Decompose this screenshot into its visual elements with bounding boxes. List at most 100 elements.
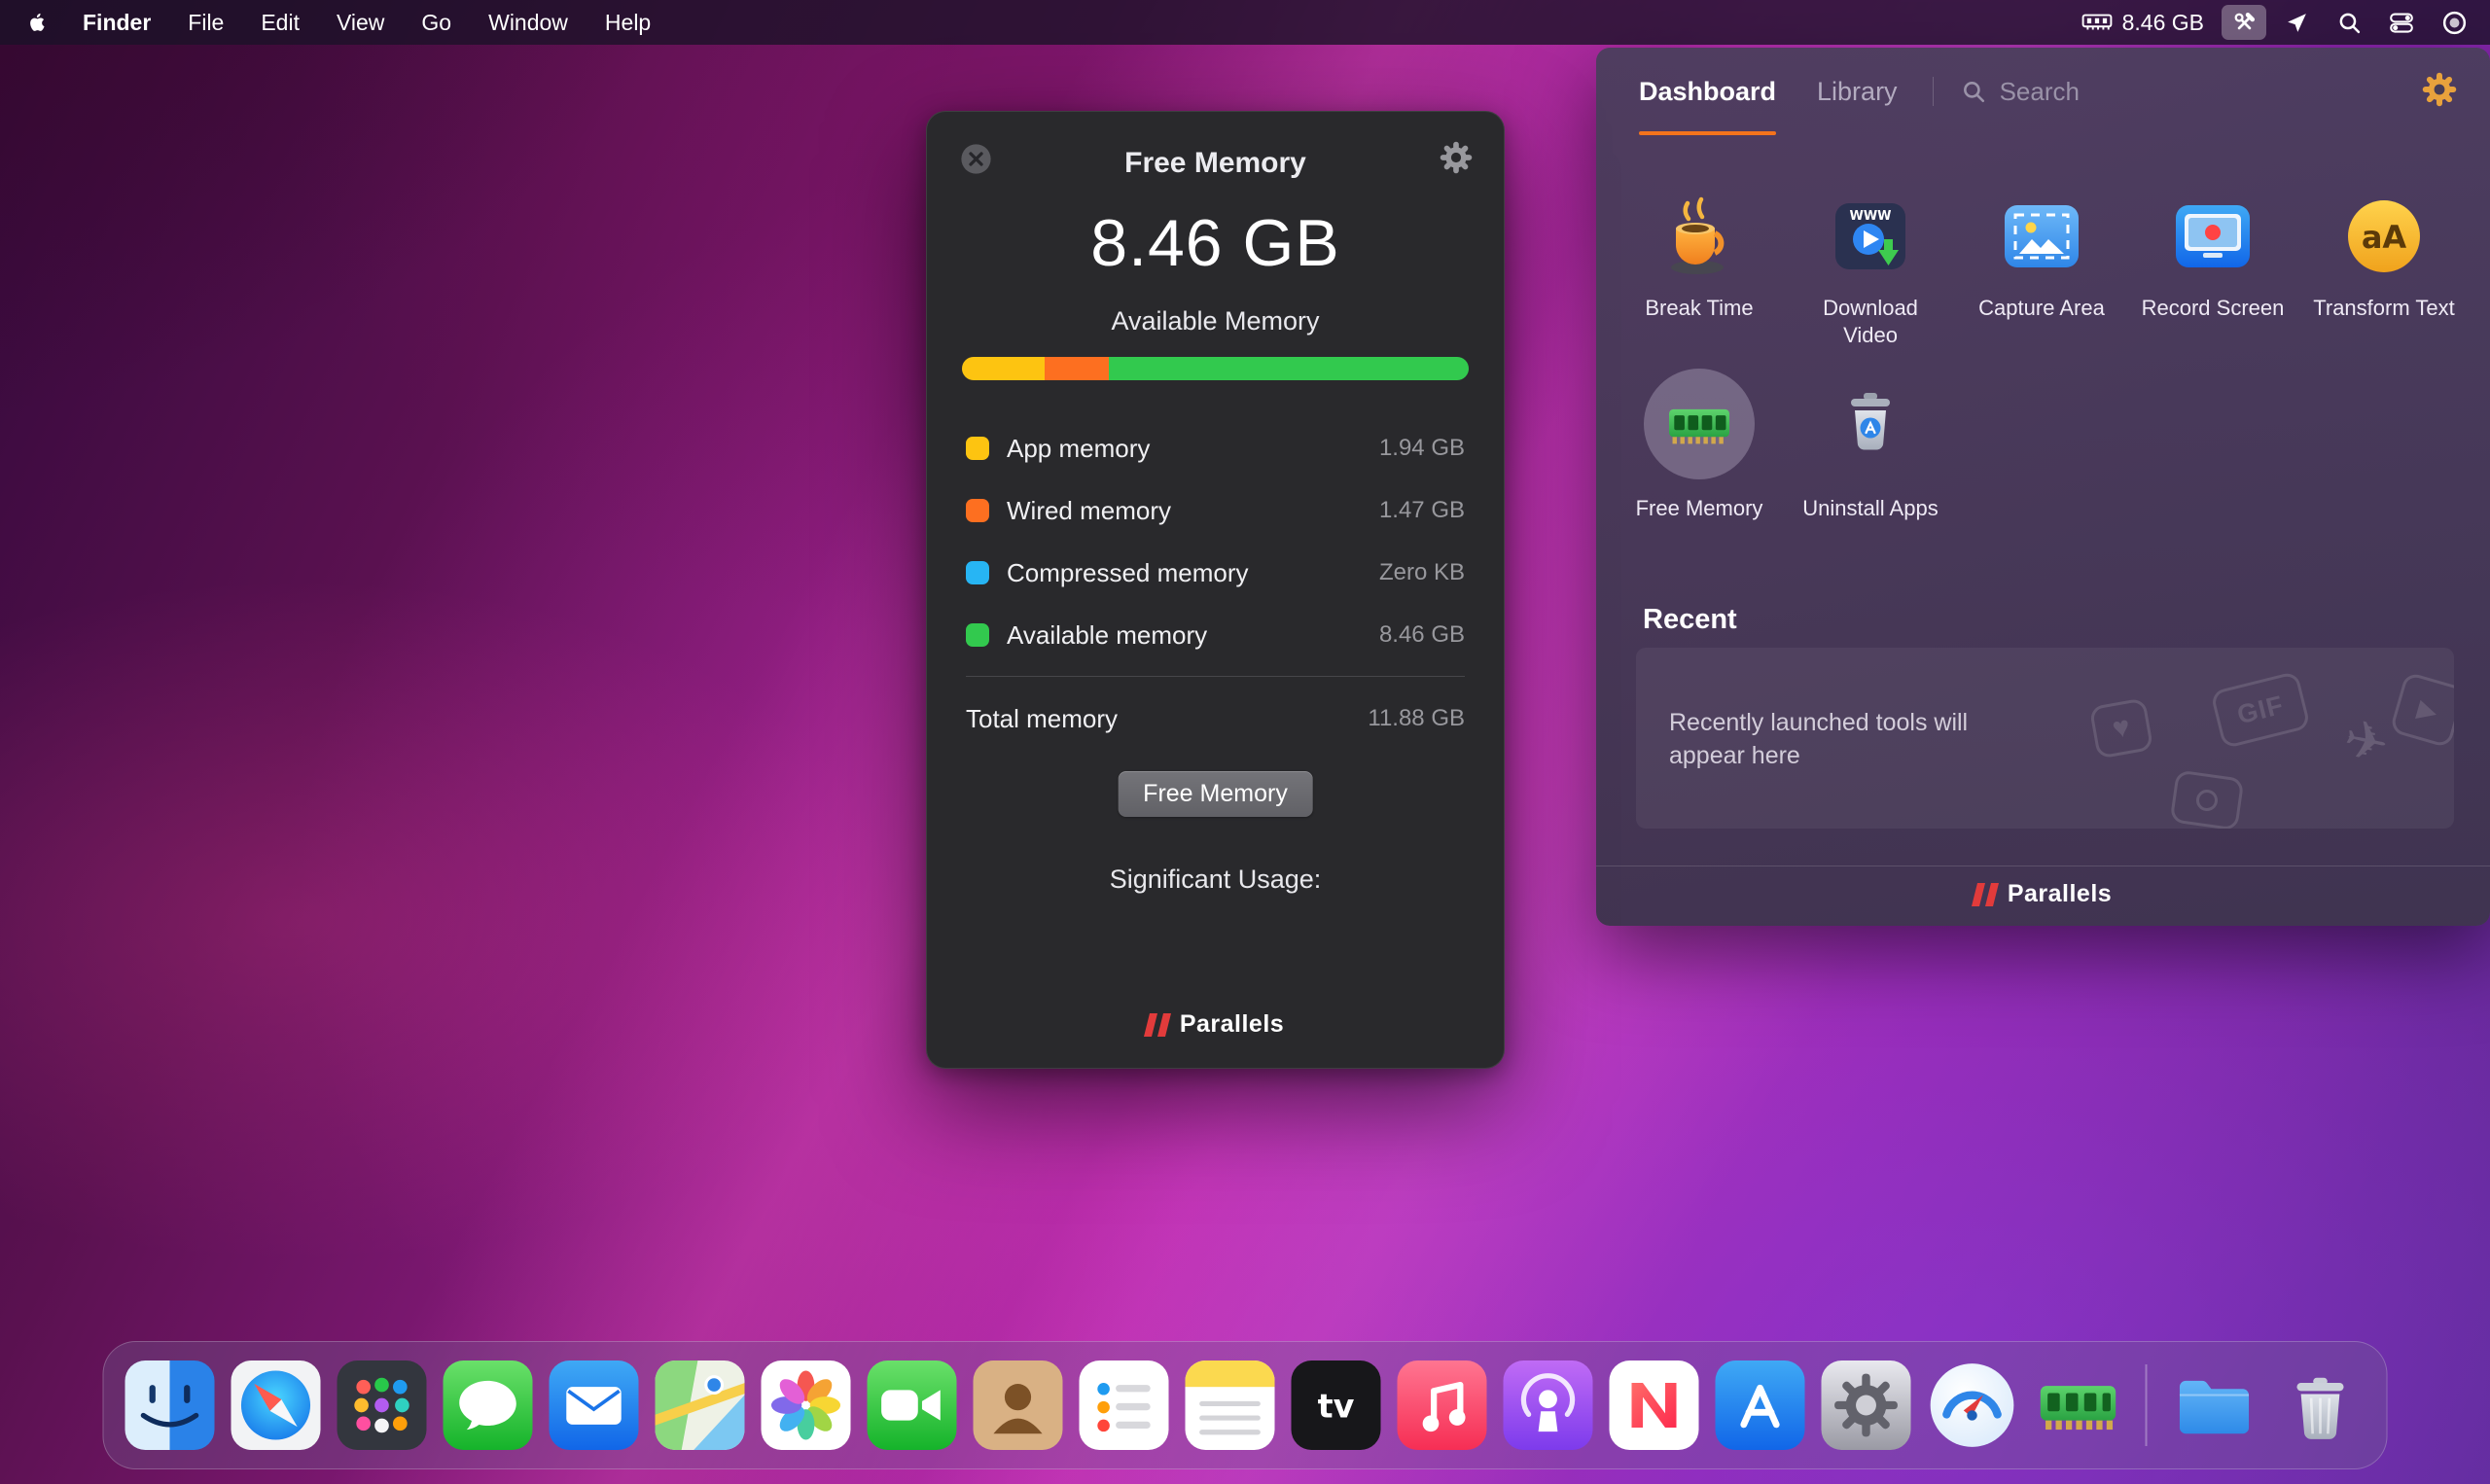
dock-mail[interactable] [549, 1360, 639, 1450]
tools-row-2: Free Memory Uninstall Apps [1614, 367, 1956, 522]
dock-finder[interactable] [124, 1360, 215, 1450]
bar-segment-available-memory [1108, 357, 1469, 380]
navigation-arrow-icon [2287, 13, 2306, 32]
dock-tv[interactable]: tv [1291, 1360, 1381, 1450]
available-memory-swatch [966, 623, 989, 647]
parallels-toolbox-menu-icon[interactable] [2222, 5, 2266, 40]
dock-safari[interactable] [231, 1360, 321, 1450]
legend-label: App memory [1007, 433, 1151, 463]
dock-launchpad[interactable] [337, 1360, 427, 1450]
dock-music[interactable] [1397, 1360, 1487, 1450]
dock-system-preferences[interactable] [1821, 1360, 1911, 1450]
dock-downloads-folder[interactable] [2170, 1360, 2259, 1450]
total-memory-label: Total memory [966, 703, 1119, 733]
tab-dashboard[interactable]: Dashboard [1639, 48, 1777, 135]
menu-view[interactable]: View [318, 0, 403, 45]
gear-icon [1440, 141, 1473, 174]
tool-capture-area[interactable]: Capture Area [1956, 192, 2127, 349]
tab-dashboard-label: Dashboard [1639, 76, 1777, 106]
significant-usage-label: Significant Usage: [1109, 865, 1322, 894]
bar-segment-wired-memory [1045, 357, 1109, 380]
search-icon [1963, 82, 1984, 103]
search-input[interactable] [1997, 75, 2309, 108]
free-memory-status-item[interactable]: 8.46 GB [2072, 10, 2214, 36]
parallels-logo-text: Parallels [2007, 880, 2113, 907]
free-memory-ram-icon [1668, 408, 1730, 444]
record-screen-icon [2170, 192, 2256, 281]
memory-status-label: 8.46 GB [2121, 9, 2204, 35]
bar-segment-app-memory [962, 357, 1046, 380]
dock-facetime[interactable] [867, 1360, 957, 1450]
tool-label: Transform Text [2313, 296, 2455, 320]
transform-text-icon: aA [2341, 192, 2427, 281]
dock-news[interactable] [1609, 1360, 1699, 1450]
memory-usage-bar [962, 357, 1469, 380]
tool-label: Uninstall Apps [1802, 496, 1939, 520]
tools-icon [2234, 12, 2255, 29]
menu-go[interactable]: Go [403, 0, 470, 45]
free-memory-highlight-circle [1644, 369, 1755, 479]
tab-library[interactable]: Library [1817, 48, 1898, 135]
break-time-icon [1656, 192, 1742, 281]
dock-parallels-toolbox[interactable] [1928, 1360, 2017, 1450]
legend-label: Wired memory [1007, 495, 1172, 525]
tool-download-video[interactable]: WWW Download Video [1785, 192, 1956, 349]
dock-separator [2145, 1364, 2148, 1446]
menu-file[interactable]: File [169, 0, 242, 45]
tab-library-label: Library [1817, 76, 1898, 106]
parallels-logo-bars-icon [1971, 882, 1999, 906]
legend-value: 1.47 GB [1378, 497, 1465, 523]
legend-row-wired-memory: Wired memory 1.47 GB [966, 479, 1465, 542]
app-menu-finder[interactable]: Finder [64, 0, 169, 45]
total-memory-value: 11.88 GB [1368, 705, 1465, 731]
dock-app-store[interactable] [1715, 1360, 1805, 1450]
parallels-logo: Parallels [1596, 880, 2490, 908]
apple-menu[interactable] [14, 0, 64, 45]
recent-section-title: Recent [1643, 604, 1737, 635]
menu-window[interactable]: Window [470, 0, 587, 45]
free-memory-window: Free Memory 8.46 GB Available Memory App… [926, 111, 1505, 1069]
toolbox-header: Dashboard Library [1596, 48, 2490, 135]
free-memory-button[interactable]: Free Memory [1118, 771, 1313, 817]
menu-bar-status-area: 8.46 GB [2072, 0, 2476, 45]
legend-row-available-memory: Available memory 8.46 GB [966, 604, 1465, 666]
dock-notes[interactable] [1185, 1360, 1275, 1450]
tool-record-screen[interactable]: Record Screen [2127, 192, 2298, 349]
search-icon [2339, 13, 2360, 33]
desktop: Finder File Edit View Go Window Help 8.4… [0, 0, 2490, 1484]
dock-podcasts[interactable] [1503, 1360, 1593, 1450]
legend-value: Zero KB [1378, 559, 1465, 585]
tool-uninstall-apps[interactable]: Uninstall Apps [1785, 367, 1956, 522]
svg-text:tv: tv [1318, 1388, 1355, 1426]
dock-reminders[interactable] [1079, 1360, 1169, 1450]
user-menu-icon[interactable] [2432, 5, 2476, 40]
parallels-logo-bars-icon [1143, 1012, 1171, 1037]
download-video-icon: WWW [1828, 192, 1913, 281]
spotlight-menu-icon[interactable] [2327, 5, 2371, 40]
toolbox-settings-button[interactable] [2422, 72, 2457, 112]
dock-contacts[interactable] [973, 1360, 1063, 1450]
user-circle-icon [2442, 11, 2466, 34]
menu-edit[interactable]: Edit [242, 0, 318, 45]
toolbox-search[interactable] [1961, 75, 2422, 108]
window-settings-button[interactable] [1440, 141, 1473, 179]
tool-free-memory[interactable]: Free Memory [1614, 367, 1785, 522]
legend-value: 8.46 GB [1378, 621, 1465, 648]
dock-trash[interactable] [2276, 1360, 2366, 1450]
location-menu-icon[interactable] [2274, 5, 2319, 40]
menu-help[interactable]: Help [587, 0, 669, 45]
control-center-menu-icon[interactable] [2379, 5, 2424, 40]
capture-area-icon [1999, 192, 2084, 281]
tool-break-time[interactable]: Break Time [1614, 192, 1785, 349]
total-memory-row: Total memory 11.88 GB [966, 688, 1465, 750]
ghost-camera-icon [2169, 769, 2245, 829]
menu-bar-left: Finder File Edit View Go Window Help [14, 0, 669, 45]
dock-maps[interactable] [655, 1360, 745, 1450]
available-memory-value: 8.46 GB [1090, 206, 1340, 280]
dock-messages[interactable] [443, 1360, 533, 1450]
dock-photos[interactable] [761, 1360, 851, 1450]
dock-free-memory[interactable] [2034, 1360, 2123, 1450]
active-tab-indicator [1639, 131, 1777, 135]
tool-transform-text[interactable]: aA Transform Text [2298, 192, 2470, 349]
ghost-gif-icon: GIF [2210, 670, 2311, 750]
